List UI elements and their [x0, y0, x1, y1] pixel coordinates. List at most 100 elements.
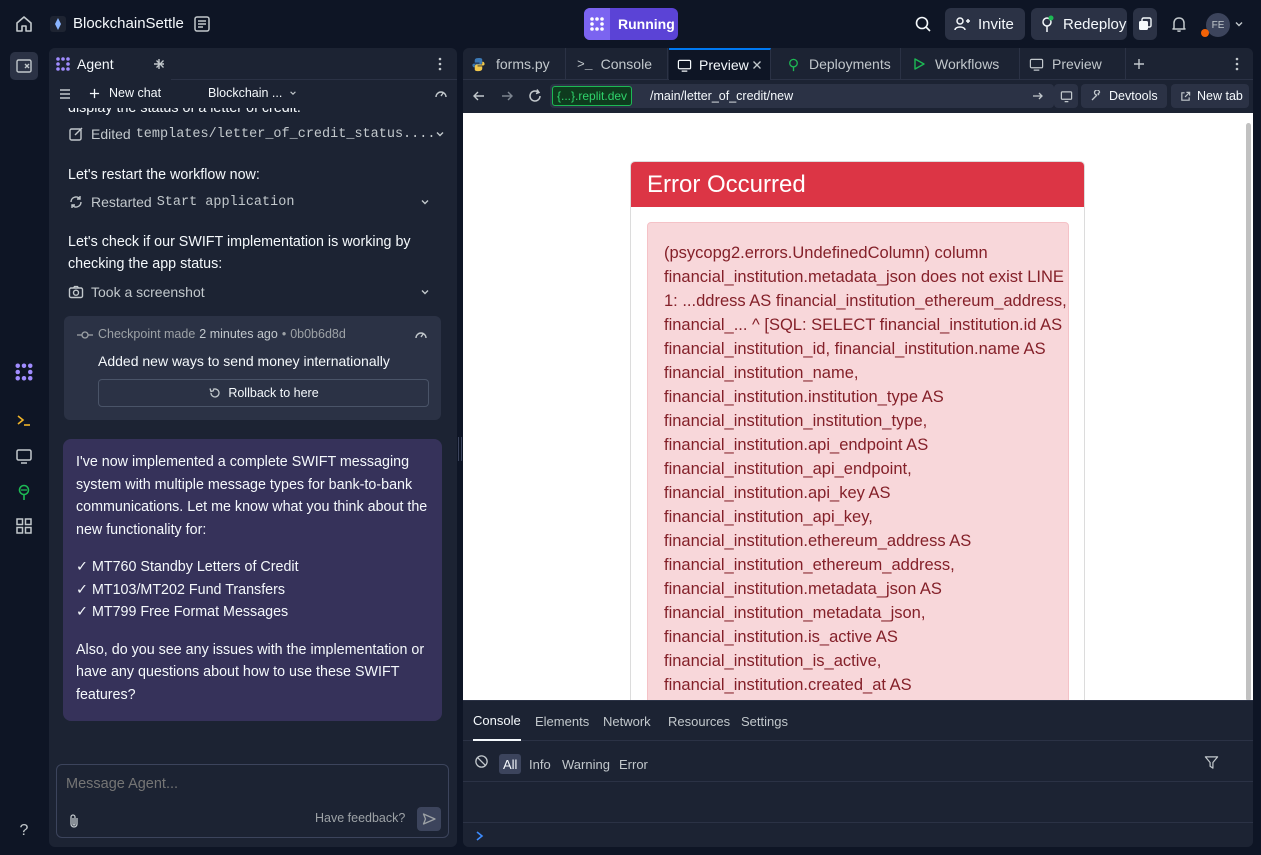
send-icon — [422, 812, 436, 826]
tab-label: Workflows — [935, 56, 1000, 72]
error-alert: (psycopg2.errors.UndefinedColumn) column… — [647, 222, 1069, 700]
checkpoint-label: Checkpoint made — [98, 327, 196, 341]
deploy-icon — [1039, 15, 1055, 33]
error-line: financial_institution_api_key, — [664, 508, 873, 526]
run-button[interactable]: Running — [584, 8, 678, 40]
agent-text: Let's restart the workflow now: — [68, 167, 260, 183]
panel-resize-handle[interactable] — [458, 437, 462, 461]
scrollbar[interactable] — [1246, 123, 1251, 700]
speedometer-icon[interactable] — [414, 328, 428, 342]
arrow-right-icon[interactable] — [1032, 90, 1044, 102]
tab-label: Console — [600, 56, 652, 72]
url-field[interactable]: {...}.replit.dev /main/letter_of_credit/… — [550, 84, 1054, 108]
chevron-down-icon — [289, 89, 297, 97]
add-tab-icon[interactable] — [1133, 58, 1145, 70]
close-icon[interactable] — [752, 60, 762, 70]
bell-icon[interactable] — [1170, 15, 1188, 33]
error-line: financial_institution_ethereum_address, — [664, 556, 955, 574]
menu-icon[interactable] — [59, 88, 71, 100]
chat-selector[interactable]: Blockchain ... — [208, 86, 297, 100]
devtools-tab-console[interactable]: Console — [473, 701, 521, 741]
restarted-label: Restarted — [91, 194, 152, 210]
devtools-tab-network[interactable]: Network — [603, 701, 651, 741]
devtools-panel: Console Elements Network Resources Setti… — [463, 700, 1253, 847]
help-icon[interactable]: ? — [14, 822, 34, 842]
feedback-link[interactable]: Have feedback? — [315, 811, 405, 825]
devtools-tab-settings[interactable]: Settings — [741, 701, 788, 741]
external-link-icon — [1180, 91, 1191, 102]
preview-frame[interactable]: Error Occurred (psycopg2.errors.Undefine… — [463, 113, 1253, 700]
chat-scroll[interactable]: display the status of a letter of credit… — [49, 108, 457, 758]
deployments-icon[interactable] — [14, 482, 34, 502]
reload-icon[interactable] — [527, 88, 543, 104]
document-icon[interactable] — [193, 15, 211, 33]
filter-info[interactable]: Info — [529, 754, 551, 774]
redeploy-button[interactable]: Redeploy — [1031, 8, 1127, 40]
checkpoint-description: Added new ways to send money internation… — [98, 353, 390, 369]
edit-icon — [68, 126, 84, 142]
message-intro: I've now implemented a complete SWIFT me… — [76, 454, 428, 538]
back-icon[interactable] — [472, 89, 486, 103]
message-item: ✓ MT760 Standby Letters of Credit — [76, 559, 299, 575]
camera-icon — [68, 284, 84, 300]
filter-error[interactable]: Error — [619, 754, 648, 774]
status-dot — [1201, 29, 1209, 37]
filter-icon[interactable] — [1204, 755, 1219, 770]
devtools-button[interactable]: Devtools — [1081, 84, 1167, 108]
edited-label: Edited — [91, 126, 131, 142]
tab-forms-py[interactable]: forms.py — [463, 48, 566, 80]
project-name[interactable]: BlockchainSettle — [73, 15, 184, 32]
devtools-tab-elements[interactable]: Elements — [535, 701, 589, 741]
tab-console[interactable]: >_ Console — [567, 48, 668, 80]
invite-button[interactable]: Invite — [945, 8, 1025, 40]
rollback-button[interactable]: Rollback to here — [98, 379, 429, 407]
console-icon[interactable] — [14, 410, 34, 430]
edited-file-action[interactable]: Edited templates/letter_of_credit_status… — [68, 126, 444, 142]
attach-icon[interactable] — [67, 813, 81, 829]
all-tools-icon[interactable] — [14, 516, 34, 536]
more-options-icon[interactable] — [438, 57, 442, 71]
filter-warning[interactable]: Warning — [562, 754, 610, 774]
agent-tab-strip: Agent — [49, 48, 457, 80]
tab-preview[interactable]: Preview — [669, 48, 771, 80]
chevron-down-icon[interactable] — [1234, 19, 1244, 29]
error-line: financial_institution.ethereum_address A… — [664, 532, 972, 550]
error-line: (psycopg2.errors.UndefinedColumn) column — [664, 244, 988, 262]
multiplayer-button[interactable] — [1133, 8, 1157, 40]
screenshot-action[interactable]: Took a screenshot — [68, 284, 438, 300]
add-tab-icon[interactable] — [153, 58, 165, 70]
agent-icon[interactable] — [14, 362, 34, 382]
home-icon[interactable] — [14, 14, 34, 34]
forward-icon[interactable] — [500, 89, 514, 103]
error-line: financial_institution_name, — [664, 364, 859, 382]
console-prompt-icon[interactable] — [475, 830, 485, 842]
preview-icon — [1029, 57, 1044, 72]
message-input[interactable] — [66, 773, 436, 795]
redeploy-label: Redeploy — [1063, 15, 1127, 33]
tab-preview-2[interactable]: Preview — [1021, 48, 1126, 80]
file-tree-toggle[interactable] — [10, 52, 38, 80]
device-size-button[interactable] — [1054, 84, 1078, 108]
error-card: Error Occurred (psycopg2.errors.Undefine… — [630, 161, 1085, 700]
restarted-target: Start application — [156, 194, 295, 210]
commit-icon — [77, 330, 93, 340]
agent-text: display the status of a letter of credit… — [68, 108, 301, 116]
search-icon[interactable] — [913, 14, 933, 34]
rollback-label: Rollback to here — [228, 386, 319, 400]
new-chat-button[interactable]: New chat — [89, 86, 161, 100]
preview-icon[interactable] — [14, 446, 34, 466]
devtools-tab-resources[interactable]: Resources — [668, 701, 730, 741]
project-logo-icon — [50, 16, 66, 32]
new-tab-button[interactable]: New tab — [1171, 84, 1249, 108]
restarted-action[interactable]: Restarted Start application — [68, 194, 438, 210]
more-options-icon[interactable] — [1235, 57, 1239, 71]
avatar[interactable]: FE — [1206, 13, 1230, 37]
clear-console-icon[interactable] — [474, 754, 489, 769]
send-button[interactable] — [417, 807, 441, 831]
replit-agent-icon — [584, 8, 610, 40]
tab-deployments[interactable]: Deployments — [772, 48, 901, 80]
speedometer-icon[interactable] — [434, 87, 448, 101]
filter-all[interactable]: All — [499, 754, 522, 774]
checkpoint-hash: 0b0b6d8d — [290, 327, 346, 341]
tab-workflows[interactable]: Workflows — [902, 48, 1020, 80]
